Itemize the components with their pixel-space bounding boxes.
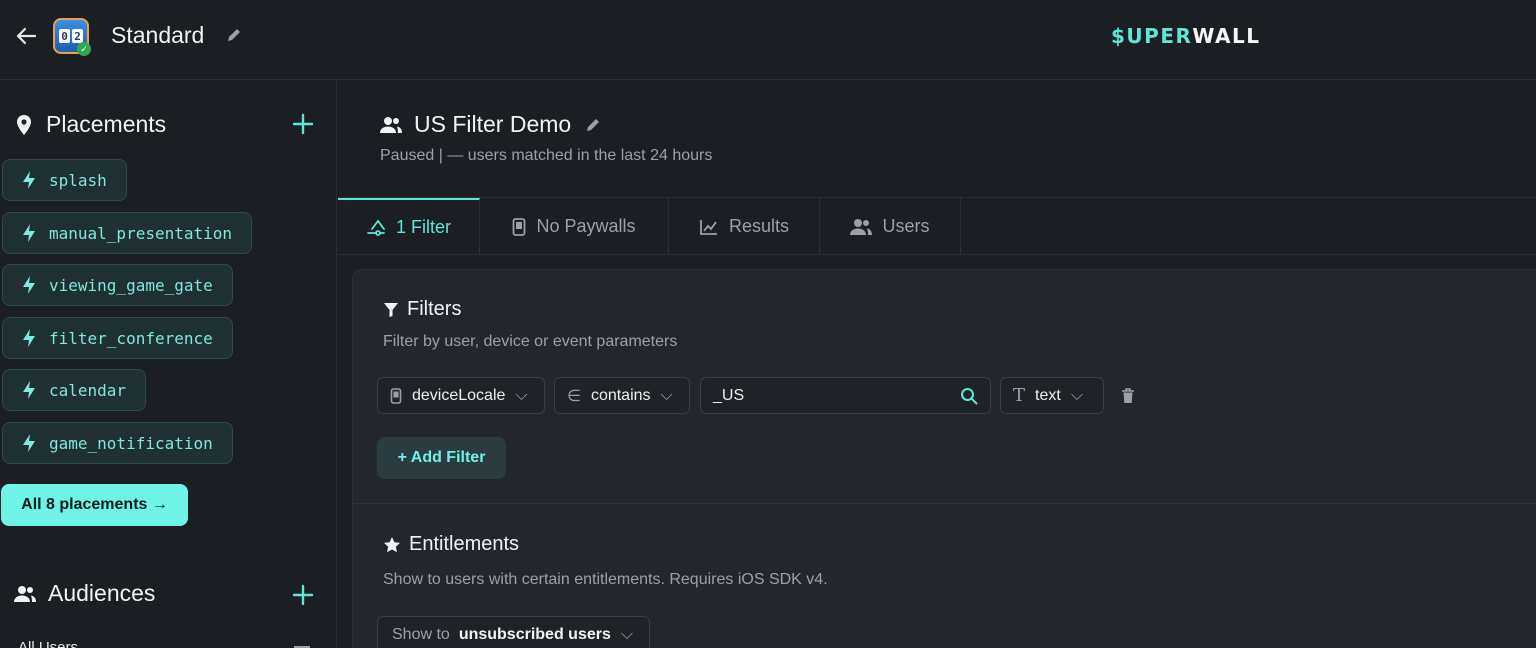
users-icon [380,116,402,133]
text-type-icon: T [1013,385,1026,406]
sidebar: Placements splash manual_presentation vi… [0,81,337,648]
filter-operator-value: contains [590,386,651,404]
placement-name: filter_conference [49,328,213,348]
app-icon-digit: 2 [72,29,83,43]
placement-item[interactable]: viewing_game_gate [2,264,233,306]
top-bar: 0 2 ✓ Standard $UPERWALL [0,0,1536,80]
audience-panel: Filters Filter by user, device or event … [352,269,1536,648]
placement-name: viewing_game_gate [49,275,213,295]
checkmark-icon: ✓ [77,42,91,56]
tab-label: 1 Filter [395,217,451,237]
filters-header: Filters [383,298,461,321]
tab-bar: 1 Filter No Paywalls Results Users [338,197,1536,255]
app-icon: 0 2 ✓ [53,18,91,56]
placement-item[interactable]: manual_presentation [2,212,253,254]
chevron-down-icon: ⌵ [1070,386,1083,404]
tab-label: Results [728,216,790,236]
filters-subtitle: Filter by user, device or event paramete… [383,333,678,350]
placement-name: calendar [49,380,127,400]
add-placement-button[interactable] [292,111,314,141]
filter-value-input[interactable]: _US [700,377,991,414]
bolt-icon [23,381,35,399]
app-title: Standard [111,22,205,48]
tab-results[interactable]: Results [669,198,820,255]
placement-name: manual_presentation [49,223,233,243]
users-icon [850,218,873,235]
bolt-icon [23,171,35,189]
filter-operator-select[interactable]: ∈ contains ⌵ [554,377,690,414]
filter-field-value: deviceLocale [412,386,506,404]
placement-item[interactable]: splash [2,159,127,201]
bolt-icon [23,329,35,347]
filters-title: Filters [407,298,462,320]
tab-label: Users [882,216,930,236]
audience-status: Paused | — users matched in the last 24 … [380,147,713,164]
bolt-icon [23,434,35,452]
back-arrow-icon[interactable] [12,22,40,50]
tab-filters[interactable]: 1 Filter [338,198,480,255]
main-content: US Filter Demo Paused | — users matched … [338,81,1536,648]
audiences-header: Audiences [14,580,155,607]
chevron-down-icon: ⌵ [660,386,673,404]
bolt-icon [23,224,35,242]
audiences-title: Audiences [48,580,156,606]
placement-name: splash [49,170,107,190]
phone-icon [390,387,402,404]
pencil-edit-icon[interactable] [585,117,601,133]
placement-name: game_notification [49,433,213,453]
tab-label: No Paywalls [536,216,636,236]
app-icon-digit: 0 [59,29,70,43]
funnel-icon [384,302,398,317]
show-to-select[interactable]: Show to unsubscribed users ⌵ [377,616,650,648]
placement-item[interactable]: calendar [2,369,147,411]
placements-header: Placements [14,111,166,138]
placement-item[interactable]: game_notification [2,422,233,464]
entitlements-header: Entitlements [383,533,519,556]
audience-title: US Filter Demo [414,111,572,137]
all-placements-button[interactable]: All 8 placements → [1,484,188,526]
phone-icon [513,217,526,236]
placement-item[interactable]: filter_conference [2,317,233,359]
users-icon [14,585,36,602]
section-divider [353,503,1536,504]
line-chart-icon [700,219,717,235]
filter-field-select[interactable]: deviceLocale ⌵ [377,377,545,414]
entitlements-subtitle: Show to users with certain entitlements.… [383,571,828,588]
filter-type-select[interactable]: T text ⌵ [1000,377,1104,414]
brand-text: WALL [1192,24,1261,48]
trash-icon[interactable] [1121,388,1135,409]
superwall-logo: $UPERWALL [1111,24,1261,48]
filter-value-text: _US [713,386,745,404]
add-audience-button[interactable] [292,582,314,612]
map-pin-icon [17,114,31,135]
chevron-down-icon: ⌵ [620,626,633,643]
entitlements-title: Entitlements [409,533,520,555]
show-to-label: Show to [392,626,450,643]
operator-symbol: ∈ [567,387,581,405]
placements-title: Placements [46,111,167,137]
show-to-value: unsubscribed users [458,626,611,643]
audience-item-label[interactable]: All Users [18,639,78,648]
bolt-icon [23,276,35,294]
chevron-down-icon: ⌵ [515,386,528,404]
filter-type-value: text [1035,386,1061,404]
audience-header: US Filter Demo [380,111,601,138]
pencil-edit-icon[interactable] [226,27,242,48]
filter-funnel-icon [367,219,385,236]
brand-text-accent: $UPER [1111,24,1193,48]
star-icon [384,536,400,552]
tab-paywalls[interactable]: No Paywalls [480,198,669,255]
search-icon[interactable] [960,387,978,405]
add-filter-button[interactable]: + Add Filter [377,437,506,479]
tab-users[interactable]: Users [820,198,961,255]
